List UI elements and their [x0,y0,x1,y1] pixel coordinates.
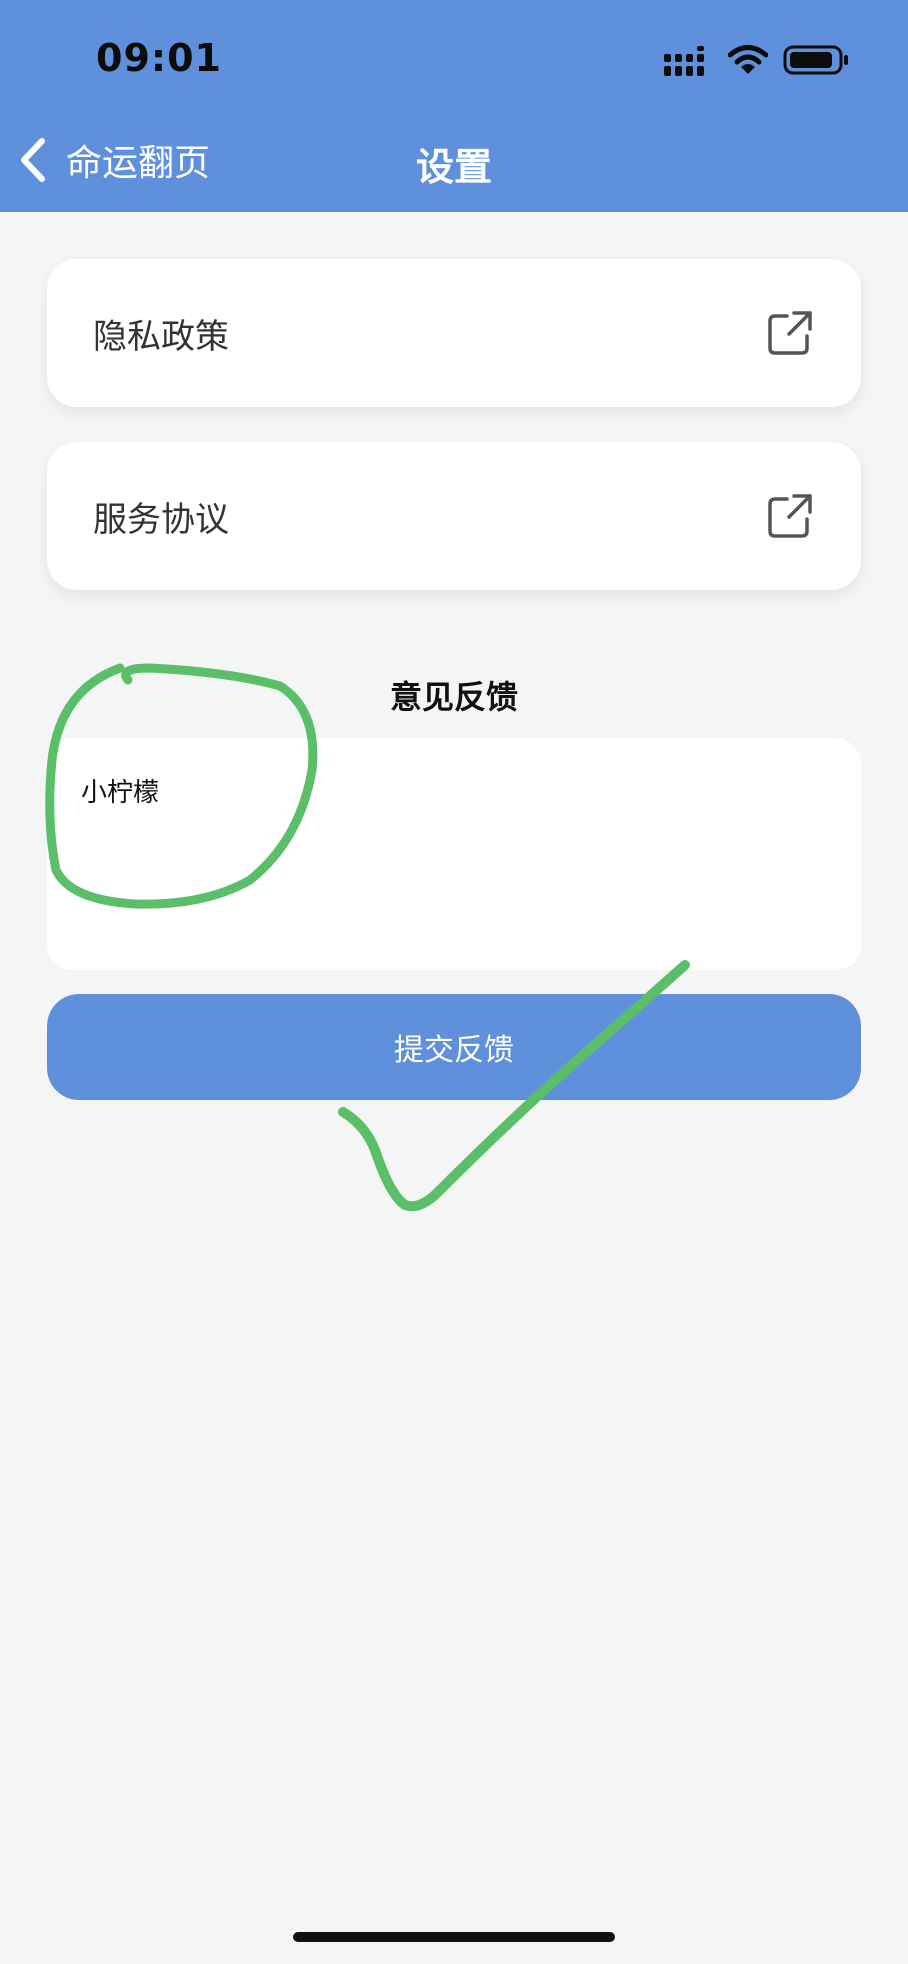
settings-screen: 09:01 命运翻页 设置 隐私政策 服务协议 意见反馈 小柠檬 提交反馈 [0,0,908,1964]
external-link-icon [768,494,812,538]
external-link-icon [768,311,812,355]
submit-feedback-label: 提交反馈 [394,1034,514,1067]
feedback-input-text: 小柠檬 [81,778,160,808]
feedback-input[interactable]: 小柠檬 [47,738,861,970]
privacy-policy-item[interactable]: 隐私政策 [47,259,861,407]
battery-icon [783,45,848,75]
home-indicator[interactable] [293,1932,615,1942]
page-title: 设置 [415,145,492,189]
privacy-policy-label: 隐私政策 [93,316,229,357]
header-bar: 09:01 命运翻页 设置 [0,0,908,212]
feedback-title: 意见反馈 [389,678,518,716]
service-agreement-item[interactable]: 服务协议 [47,442,861,590]
submit-feedback-button[interactable]: 提交反馈 [47,994,861,1100]
signal-icon [664,46,704,76]
status-time: 09:01 [96,36,222,80]
wifi-icon [728,45,768,74]
service-agreement-label: 服务协议 [93,499,229,540]
